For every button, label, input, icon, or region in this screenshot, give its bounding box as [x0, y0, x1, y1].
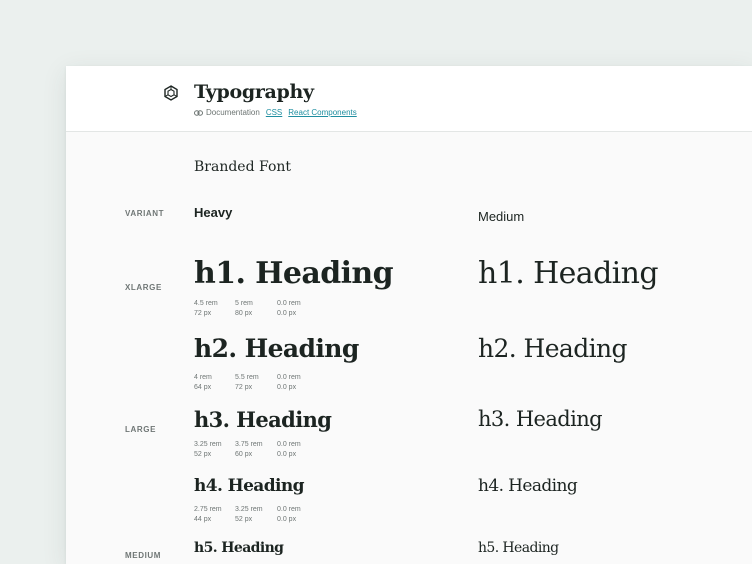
h3-heavy: h3. Heading [194, 407, 332, 432]
h3-medium: h3. Heading [478, 407, 603, 431]
large-label: LARGE [125, 425, 156, 434]
h4-heavy: h4. Heading [194, 476, 305, 496]
link-icon [194, 109, 203, 116]
page-title: Typography [194, 81, 314, 103]
variant-medium: Medium [478, 209, 525, 224]
css-link[interactable]: CSS [266, 108, 282, 117]
h1-medium: h1. Heading [478, 256, 659, 291]
h5-medium: h5. Heading [478, 540, 559, 556]
hexagon-logo-icon [164, 85, 178, 101]
header-links: Documentation CSS React Components [194, 108, 357, 117]
h1-heavy: h1. Heading [194, 256, 394, 291]
h4-medium: h4. Heading [478, 476, 578, 496]
variant-label: VARIANT [125, 209, 165, 218]
section-title: Branded Font [194, 159, 292, 175]
h5-heavy: h5. Heading [194, 540, 284, 556]
documentation-label: Documentation [206, 108, 260, 117]
h2-heavy: h2. Heading [194, 334, 359, 363]
h2-medium: h2. Heading [478, 334, 628, 363]
typography-card: Typography Documentation CSS React Compo… [66, 66, 752, 564]
variant-heavy: Heavy [194, 205, 233, 220]
react-components-link[interactable]: React Components [288, 108, 356, 117]
xlarge-label: XLARGE [125, 283, 162, 292]
medium-label: MEDIUM [125, 551, 162, 560]
page-header: Typography Documentation CSS React Compo… [66, 66, 752, 132]
